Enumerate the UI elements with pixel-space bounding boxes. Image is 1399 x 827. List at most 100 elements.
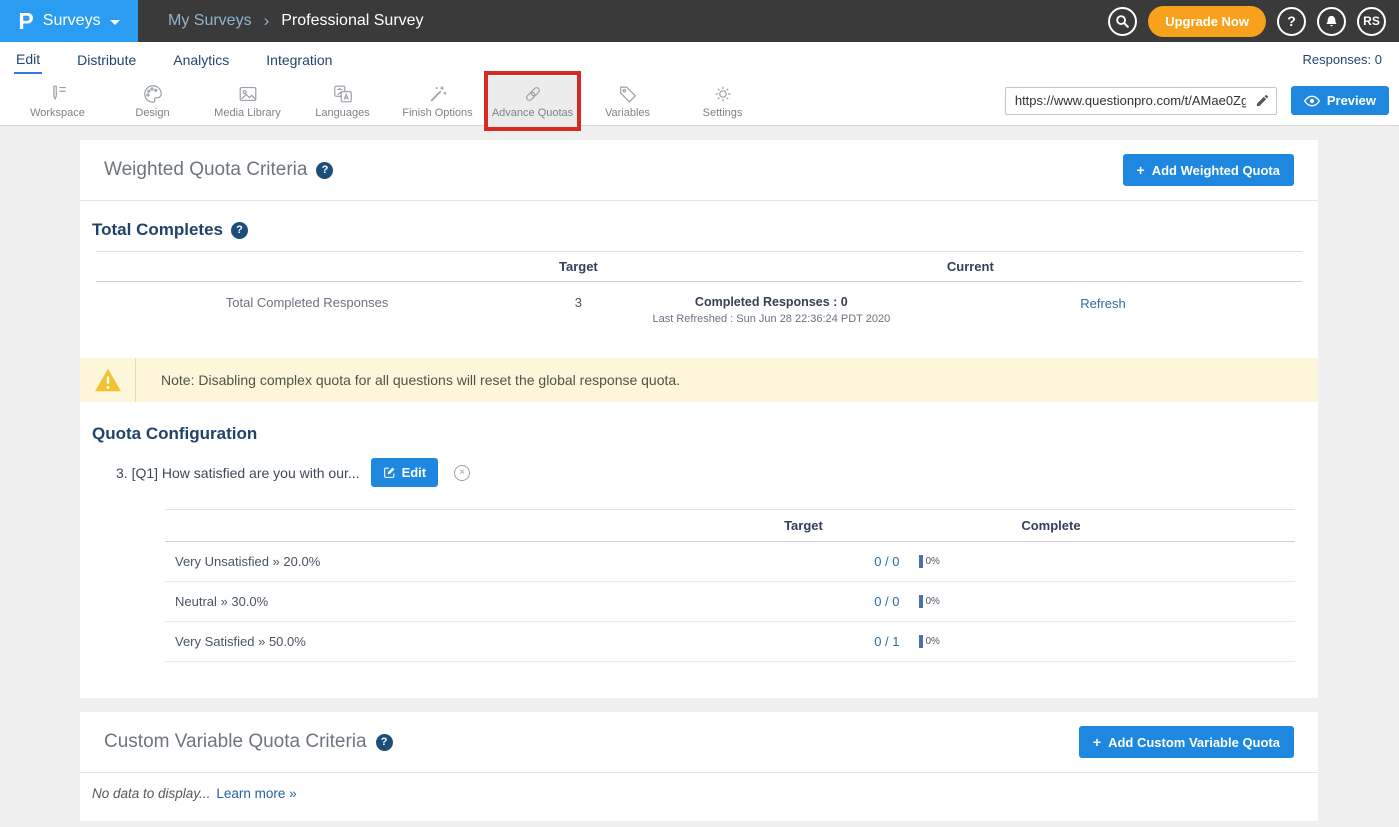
- no-data-text: No data to display...: [92, 786, 210, 801]
- progress-bar: [919, 555, 923, 568]
- help-button[interactable]: ?: [1277, 7, 1306, 36]
- row-label: Total Completed Responses: [96, 295, 518, 310]
- edit-quota-button[interactable]: Edit: [371, 458, 439, 487]
- quota-table-header: Target Complete: [165, 509, 1295, 542]
- panel-gap: [80, 821, 1318, 827]
- current-cell: Completed Responses : 0 Last Refreshed :…: [639, 295, 904, 325]
- custom-variable-quota-header: Custom Variable Quota Criteria ? + Add C…: [80, 712, 1318, 773]
- custom-variable-quota-title: Custom Variable Quota Criteria ?: [104, 731, 393, 753]
- preview-button[interactable]: Preview: [1291, 86, 1389, 115]
- table-row: Very Satisfied » 50.0% 0 / 1 0%: [165, 622, 1295, 662]
- warning-icon-cell: [80, 358, 136, 402]
- workspace-icon: [47, 83, 69, 105]
- weighted-quota-title: Weighted Quota Criteria ?: [104, 159, 333, 181]
- main-nav: Edit Distribute Analytics Integration Re…: [0, 42, 1399, 76]
- question-mark-icon: ?: [1287, 13, 1296, 29]
- progress-percent: 0%: [925, 636, 939, 647]
- add-weighted-quota-button[interactable]: + Add Weighted Quota: [1123, 154, 1295, 186]
- weighted-quota-header: Weighted Quota Criteria ? + Add Weighted…: [80, 140, 1318, 201]
- survey-url-wrap: [1005, 87, 1277, 115]
- breadcrumb: My Surveys › Professional Survey: [168, 11, 424, 31]
- search-button[interactable]: [1108, 7, 1137, 36]
- top-bar: P Surveys My Surveys › Professional Surv…: [0, 0, 1399, 42]
- target-value: 3: [518, 295, 639, 310]
- question-label: 3. [Q1] How satisfied are you with our..…: [116, 465, 360, 481]
- notifications-button[interactable]: [1317, 7, 1346, 36]
- last-refreshed: Last Refreshed : Sun Jun 28 22:36:24 PDT…: [639, 313, 904, 325]
- progress-cell: 0%: [899, 635, 1295, 648]
- column-current: Current: [639, 259, 1302, 274]
- tab-edit[interactable]: Edit: [14, 44, 42, 74]
- answer-label: Neutral » 30.0%: [165, 594, 820, 609]
- empty-state: No data to display... Learn more »: [80, 773, 1318, 821]
- toolbar-item-finish-options[interactable]: Finish Options: [390, 76, 485, 126]
- image-icon: [237, 83, 259, 105]
- table-row: Very Unsatisfied » 20.0% 0 / 0 0%: [165, 542, 1295, 582]
- toolbar-item-workspace[interactable]: Workspace: [10, 76, 105, 126]
- tab-integration[interactable]: Integration: [264, 45, 334, 73]
- target-fraction[interactable]: 0 / 1: [820, 634, 899, 649]
- product-menu[interactable]: P Surveys: [0, 0, 138, 42]
- table-row: Total Completed Responses 3 Completed Re…: [96, 282, 1302, 340]
- plus-icon: +: [1137, 162, 1145, 178]
- questionpro-logo: P: [18, 10, 33, 33]
- quota-configuration-title: Quota Configuration: [80, 402, 1318, 456]
- tag-icon: [617, 83, 639, 105]
- magic-wand-icon: [427, 83, 449, 105]
- table-row: Neutral » 30.0% 0 / 0 0%: [165, 582, 1295, 622]
- chain-link-icon: [522, 83, 544, 105]
- progress-bar: [919, 595, 923, 608]
- topbar-actions: Upgrade Now ? RS: [1108, 6, 1399, 37]
- toolbar-item-variables[interactable]: Variables: [580, 76, 675, 126]
- quota-question-row: 3. [Q1] How satisfied are you with our..…: [80, 456, 1318, 497]
- progress-percent: 0%: [925, 596, 939, 607]
- translate-icon: [332, 83, 354, 105]
- column-target: Target: [518, 259, 639, 274]
- upgrade-now-button[interactable]: Upgrade Now: [1148, 6, 1266, 37]
- eye-icon: [1304, 95, 1320, 107]
- toolbar-item-languages[interactable]: Languages: [295, 76, 390, 126]
- help-icon[interactable]: ?: [376, 734, 393, 751]
- total-completes-title: Total Completes ?: [80, 201, 1318, 251]
- note-text: Note: Disabling complex quota for all qu…: [136, 358, 705, 402]
- column-target: Target: [730, 518, 877, 533]
- plus-icon: +: [1093, 734, 1101, 750]
- refresh-link[interactable]: Refresh: [1080, 296, 1126, 311]
- panel-gap: [80, 698, 1318, 712]
- tab-distribute[interactable]: Distribute: [75, 45, 138, 73]
- quota-note: Note: Disabling complex quota for all qu…: [80, 358, 1318, 402]
- remove-quota-icon[interactable]: ×: [454, 465, 470, 481]
- progress-bar: [919, 635, 923, 648]
- target-fraction[interactable]: 0 / 0: [820, 594, 899, 609]
- avatar[interactable]: RS: [1357, 7, 1386, 36]
- gear-icon: [712, 83, 734, 105]
- toolbar-item-advance-quotas[interactable]: Advance Quotas: [485, 76, 580, 126]
- warning-triangle-icon: [94, 367, 122, 393]
- breadcrumb-my-surveys[interactable]: My Surveys: [168, 12, 252, 30]
- weighted-quota-panel: Weighted Quota Criteria ? + Add Weighted…: [80, 140, 1318, 698]
- tab-analytics[interactable]: Analytics: [171, 45, 231, 73]
- completed-responses: Completed Responses : 0: [639, 295, 904, 309]
- progress-cell: 0%: [899, 595, 1295, 608]
- total-completes-table: Target Current Total Completed Responses…: [96, 251, 1302, 340]
- toolbar-item-settings[interactable]: Settings: [675, 76, 770, 126]
- progress-cell: 0%: [899, 555, 1295, 568]
- survey-url-area: Preview: [1005, 86, 1399, 115]
- column-complete: Complete: [877, 518, 1295, 533]
- edit-toolbar: Workspace Design Media Library Languages…: [0, 76, 1399, 126]
- responses-count: Responses: 0: [1303, 52, 1399, 67]
- survey-url-input[interactable]: [1005, 87, 1277, 115]
- total-completes-table-header: Target Current: [96, 251, 1302, 282]
- help-icon[interactable]: ?: [316, 162, 333, 179]
- help-icon[interactable]: ?: [231, 222, 248, 239]
- target-fraction[interactable]: 0 / 0: [820, 554, 899, 569]
- main-content: Weighted Quota Criteria ? + Add Weighted…: [80, 140, 1318, 827]
- palette-icon: [142, 83, 164, 105]
- toolbar-item-media-library[interactable]: Media Library: [200, 76, 295, 126]
- add-custom-variable-quota-button[interactable]: + Add Custom Variable Quota: [1079, 726, 1294, 758]
- answer-label: Very Satisfied » 50.0%: [165, 634, 820, 649]
- toolbar-item-design[interactable]: Design: [105, 76, 200, 126]
- edit-url-pencil-icon[interactable]: [1255, 93, 1270, 108]
- progress-percent: 0%: [925, 556, 939, 567]
- learn-more-link[interactable]: Learn more »: [216, 786, 296, 801]
